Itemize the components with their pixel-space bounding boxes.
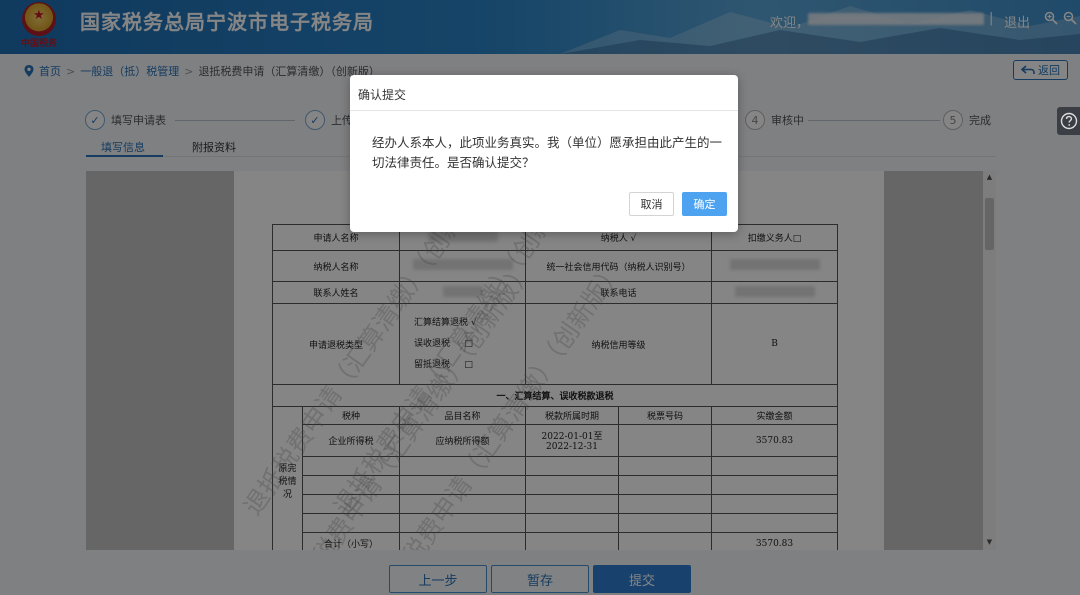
help-button[interactable] <box>1057 107 1080 135</box>
dialog-title: 确认提交 <box>358 88 407 102</box>
help-icon <box>1060 112 1077 130</box>
dialog-confirm-button[interactable]: 确定 <box>682 192 727 216</box>
dialog-cancel-button[interactable]: 取消 <box>629 192 674 216</box>
confirm-submit-dialog: 确认提交 经办人系本人，此项业务真实。我（单位）愿承担由此产生的一切法律责任。是… <box>350 75 738 232</box>
dialog-message: 经办人系本人，此项业务真实。我（单位）愿承担由此产生的一切法律责任。是否确认提交… <box>372 135 723 170</box>
dialog-divider <box>350 110 738 111</box>
